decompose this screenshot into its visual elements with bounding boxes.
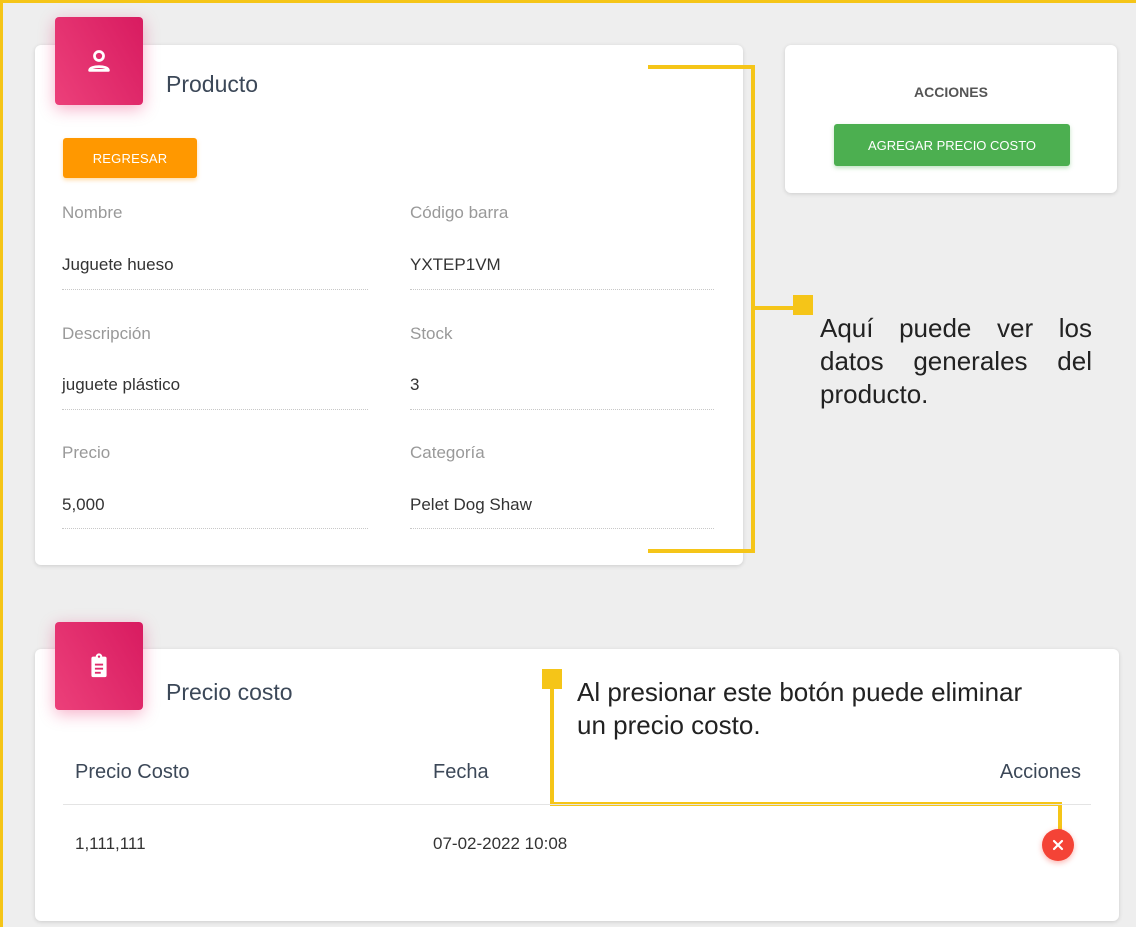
annotation-bracket-bottom bbox=[648, 549, 755, 553]
back-button[interactable]: REGRESAR bbox=[63, 138, 197, 178]
field-value-nombre: Juguete hueso bbox=[62, 255, 174, 274]
annotation-connector-vertical bbox=[550, 679, 554, 806]
field-value-descripcion: juguete plástico bbox=[62, 375, 181, 394]
field-label-codigo-barra: Código barra bbox=[410, 203, 509, 222]
annotation-word: ver bbox=[997, 313, 1034, 343]
product-card-icon-box bbox=[55, 17, 143, 105]
annotation-general-text: Aquí puede ver los datos generales del produc… bbox=[820, 312, 1092, 411]
cell-fecha: 07-02-2022 10:08 bbox=[433, 834, 568, 853]
field-underline bbox=[410, 528, 714, 529]
field-label-precio: Precio bbox=[62, 443, 111, 462]
field-label-descripcion: Descripción bbox=[62, 324, 151, 343]
cost-card-title: Precio costo bbox=[166, 679, 293, 705]
actions-card-title: ACCIONES bbox=[914, 84, 988, 100]
field-value-categoria: Pelet Dog Shaw bbox=[410, 495, 532, 514]
field-label-stock: Stock bbox=[410, 324, 453, 343]
annotation-word: Aquí bbox=[820, 313, 874, 343]
annotation-connector-drop bbox=[1058, 802, 1062, 830]
clipboard-icon bbox=[91, 653, 107, 678]
field-label-nombre: Nombre bbox=[62, 203, 123, 222]
field-value-precio: 5,000 bbox=[62, 495, 105, 514]
field-label-categoria: Categoría bbox=[410, 443, 485, 462]
actions-card bbox=[785, 45, 1117, 193]
product-card bbox=[35, 45, 743, 565]
field-underline bbox=[62, 289, 368, 290]
annotation-word: los bbox=[1058, 313, 1092, 343]
annotation-delete-line-2: un precio costo. bbox=[577, 710, 761, 740]
field-underline bbox=[62, 409, 368, 410]
annotation-delete-text: Al presionar este botón puede eliminar u… bbox=[577, 676, 1097, 742]
column-header-acciones: Acciones bbox=[999, 761, 1081, 783]
field-underline bbox=[62, 528, 368, 529]
page: Producto REGRESAR Nombre Juguete hueso C… bbox=[0, 0, 1136, 927]
annotation-word: datos bbox=[820, 346, 884, 376]
delete-cost-button[interactable] bbox=[1042, 829, 1074, 861]
annotation-delete-line-1: Al presionar este botón puede eliminar bbox=[577, 677, 1023, 707]
field-underline bbox=[410, 409, 714, 410]
cell-precio-costo: 1,111,111 bbox=[75, 834, 146, 853]
annotation-word: puede bbox=[899, 313, 972, 343]
close-icon bbox=[1052, 839, 1064, 851]
column-header-fecha: Fecha bbox=[433, 761, 489, 783]
annotation-marker bbox=[793, 295, 813, 315]
table-header-divider bbox=[63, 804, 1091, 805]
field-value-stock: 3 bbox=[410, 375, 420, 394]
annotation-word: del bbox=[1057, 346, 1092, 376]
annotation-general-line-2: datos generales del bbox=[820, 345, 1092, 378]
annotation-bracket-top bbox=[648, 65, 755, 69]
field-underline bbox=[410, 289, 714, 290]
annotation-word: generales bbox=[913, 346, 1028, 376]
column-header-precio-costo: Precio Costo bbox=[75, 761, 190, 783]
annotation-general-line-3: producto. bbox=[820, 379, 929, 409]
annotation-general-line-1: Aquí puede ver los bbox=[820, 312, 1092, 345]
user-icon bbox=[88, 50, 110, 72]
field-value-codigo-barra: YXTEP1VM bbox=[410, 255, 501, 274]
product-card-title: Producto bbox=[166, 71, 259, 97]
add-cost-price-button[interactable]: AGREGAR PRECIO COSTO bbox=[834, 124, 1070, 166]
cost-card-icon-box bbox=[55, 622, 143, 710]
